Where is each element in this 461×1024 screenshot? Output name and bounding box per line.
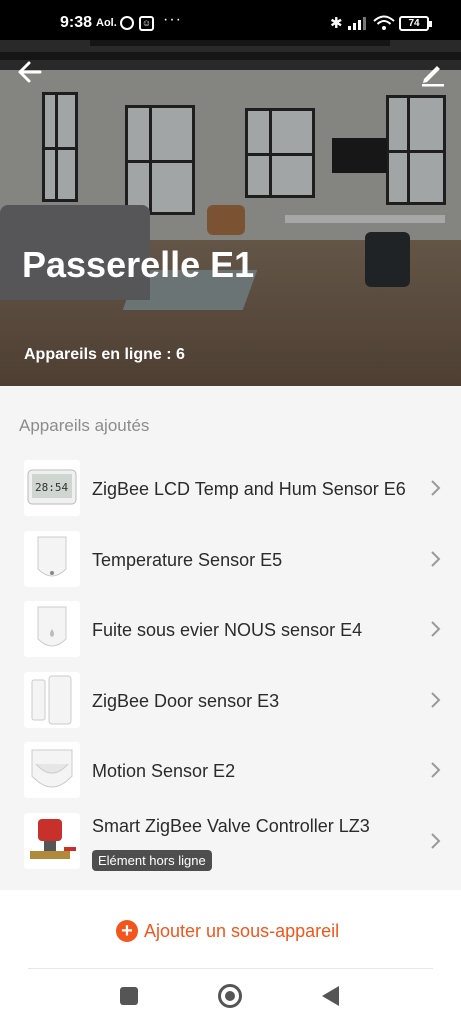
online-devices-count: Appareils en ligne : 6 [24,346,185,363]
device-item[interactable]: Fuite sous evier NOUS sensor E4 [0,593,461,664]
device-name: ZigBee Door sensor E3 [92,690,280,711]
section-label: Appareils ajoutés [19,416,150,435]
device-item[interactable]: 28:54 ZigBee LCD Temp and Hum Sensor E6 [0,452,461,523]
device-name: Fuite sous evier NOUS sensor E4 [92,620,363,640]
chevron-right-icon [431,550,441,567]
temp-sensor-icon [24,530,80,587]
status-bar: 9:38 Aol. ☺ ··· ✱ 74 [0,0,461,40]
more-notifications-icon: ··· [163,11,182,28]
leak-sensor-icon [24,601,80,657]
pencil-icon [422,66,444,87]
chevron-right-icon [431,762,441,778]
signal-icon [348,17,366,30]
add-subdevice-button[interactable]: + Ajouter un sous-appareil [116,918,339,944]
device-name: Motion Sensor E2 [92,761,236,781]
device-name: Temperature Sensor E5 [92,549,283,570]
device-item[interactable]: ZigBee Door sensor E3 [0,664,461,735]
edit-button[interactable] [418,58,448,88]
lcd-sensor-icon: 28:54 [24,460,80,516]
status-brand: Aol. [96,17,117,29]
header-hero: Passerelle E1 Appareils en ligne : 6 [0,0,461,386]
bluetooth-icon: ✱ [330,15,343,32]
device-item[interactable]: Motion Sensor E2 [0,734,461,805]
status-time: 9:38 [60,14,93,31]
device-item[interactable]: Temperature Sensor E5 [0,523,461,594]
battery-icon: 74 [399,16,432,31]
offline-badge: Elément hors ligne [92,849,212,871]
motion-sensor-icon [24,742,80,798]
wifi-icon [373,15,395,30]
home-button[interactable] [218,984,242,1008]
valve-controller-icon [24,812,80,869]
notification-app-icon: ☺ [139,16,154,31]
device-name: Smart ZigBee Valve Controller LZ3 [92,815,370,836]
recent-apps-button[interactable] [120,987,138,1005]
svg-text:28:54: 28:54 [35,481,68,494]
arrow-left-icon [18,61,42,83]
chevron-right-icon [431,621,441,637]
chevron-right-icon [431,480,441,496]
door-sensor-icon [24,671,80,728]
system-back-button[interactable] [322,986,339,1006]
device-name: ZigBee LCD Temp and Hum Sensor E6 [92,479,406,499]
plus-circle-icon: + [116,920,138,942]
add-subdevice-label: Ajouter un sous-appareil [144,920,340,941]
divider [28,968,433,969]
device-item[interactable]: Smart ZigBee Valve Controller LZ3 Elémen… [0,805,461,876]
chevron-right-icon [431,832,441,849]
device-list: 28:54 ZigBee LCD Temp and Hum Sensor E6 … [0,452,461,875]
back-button[interactable] [14,56,46,88]
notification-ring-icon [120,16,134,30]
page-title: Passerelle E1 [22,244,255,285]
chevron-right-icon [431,691,441,708]
